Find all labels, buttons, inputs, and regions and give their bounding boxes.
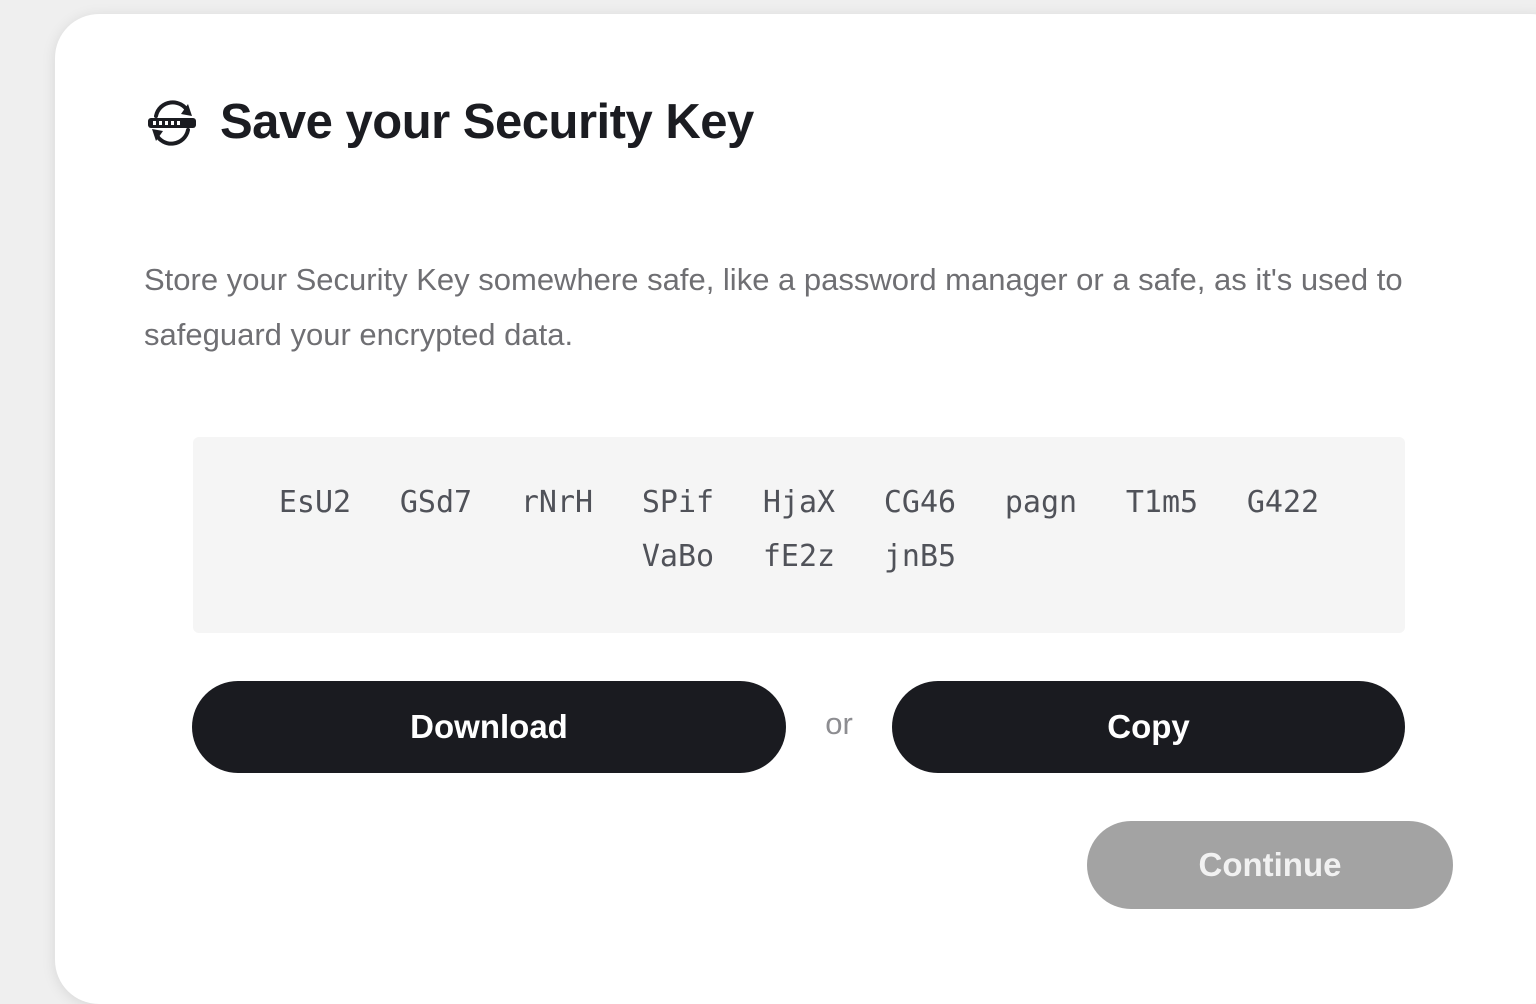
security-key-word: T1m5 [1125,485,1199,520]
copy-button[interactable]: Copy [892,681,1405,773]
or-separator: or [825,706,853,741]
security-key-word: rNrH [520,485,594,520]
download-button[interactable]: Download [192,681,786,773]
security-key-word: EsU2 [278,485,352,520]
dialog-title: Save your Security Key [220,95,754,149]
key-sync-icon [144,94,200,150]
security-key-box[interactable]: EsU2 GSd7 rNrH SPif HjaX CG46 pagn T1m5 … [193,437,1405,633]
security-key-word: HjaX [762,485,836,520]
security-key-words: EsU2 GSd7 rNrH SPif HjaX CG46 pagn T1m5 … [253,485,1345,575]
security-key-word: VaBo [641,539,715,574]
security-key-word: fE2z [762,539,836,574]
dialog-description: Store your Security Key somewhere safe, … [144,262,1403,352]
continue-button[interactable]: Continue [1087,821,1453,909]
security-key-word: jnB5 [883,539,957,574]
security-key-word: SPif [641,485,715,520]
security-key-word: pagn [1004,485,1078,520]
security-key-word: G422 [1246,485,1320,520]
dialog-header: Save your Security Key [144,94,754,150]
security-key-word: CG46 [883,485,957,520]
security-key-word: GSd7 [399,485,473,520]
